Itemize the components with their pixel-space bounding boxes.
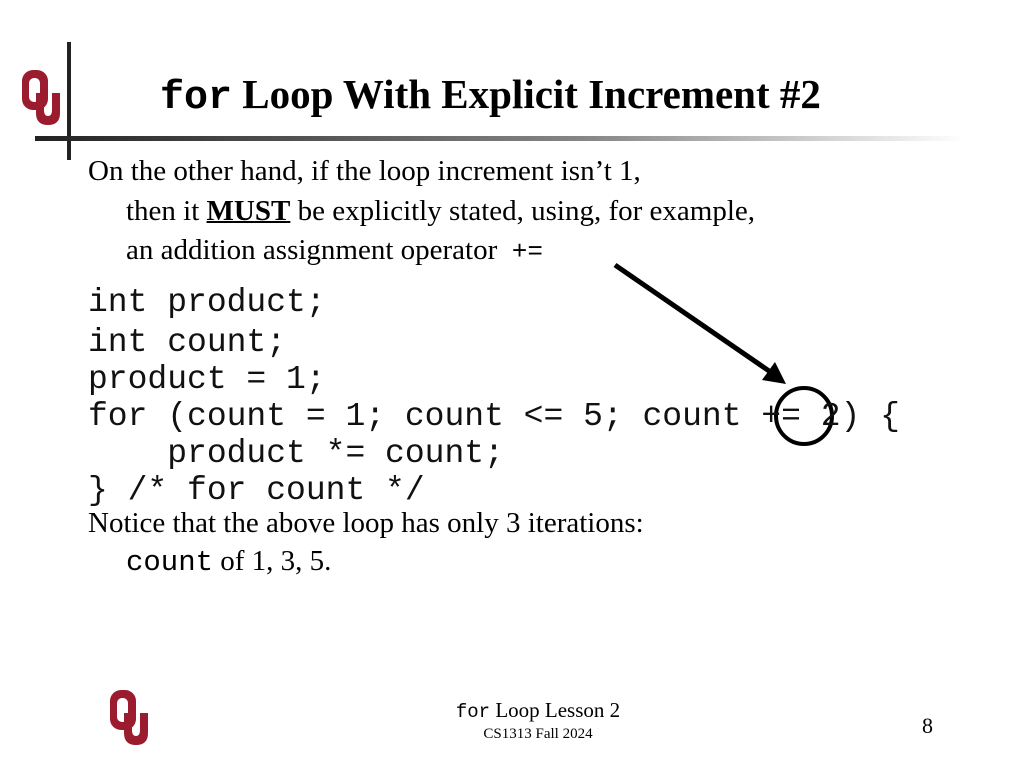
code-line: product *= count;: [88, 435, 504, 472]
title-text: Loop With Explicit Increment #2: [242, 71, 821, 117]
code-line: for (count = 1; count <= 5; count += 2) …: [88, 398, 900, 435]
footer-keyword: for: [455, 701, 491, 723]
text: then it: [126, 195, 207, 227]
annotation-arrow: [613, 262, 774, 376]
count-code: count: [126, 546, 214, 579]
body-line-1: On the other hand, if the loop increment…: [88, 155, 641, 187]
title-keyword: for: [160, 76, 233, 121]
horizontal-rule: [35, 136, 965, 141]
notice-line-2: count of 1, 3, 5.: [126, 545, 331, 579]
body-line-2: then it MUST be explicitly stated, using…: [126, 195, 755, 228]
code-line: product = 1;: [88, 361, 326, 398]
footer-lesson: for Loop Lesson 2: [0, 698, 1024, 723]
code-line: } /* for count */: [88, 472, 425, 509]
footer-course: CS1313 Fall 2024: [483, 726, 593, 742]
text: of 1, 3, 5.: [213, 545, 332, 577]
code-line: int count;: [88, 324, 287, 361]
notice-line: Notice that the above loop has only 3 it…: [88, 507, 644, 539]
ou-logo-icon: [22, 70, 60, 125]
emphasis-must: MUST: [206, 195, 291, 227]
page-title: for Loop With Explicit Increment #2: [160, 70, 821, 121]
page-number: 8: [922, 713, 933, 738]
text: an addition assignment operator: [126, 234, 498, 266]
text: be explicitly stated, using, for example…: [290, 195, 756, 227]
arrowhead-icon: [762, 362, 786, 384]
footer-lesson-text: Loop Lesson 2: [490, 698, 621, 722]
slide: for Loop With Explicit Increment #2 On t…: [0, 0, 1024, 768]
operator-code: +=: [511, 237, 543, 267]
body-line-3: an addition assignment operator +=: [126, 234, 543, 267]
code-line: int product;: [88, 284, 326, 321]
vertical-rule: [67, 42, 71, 160]
